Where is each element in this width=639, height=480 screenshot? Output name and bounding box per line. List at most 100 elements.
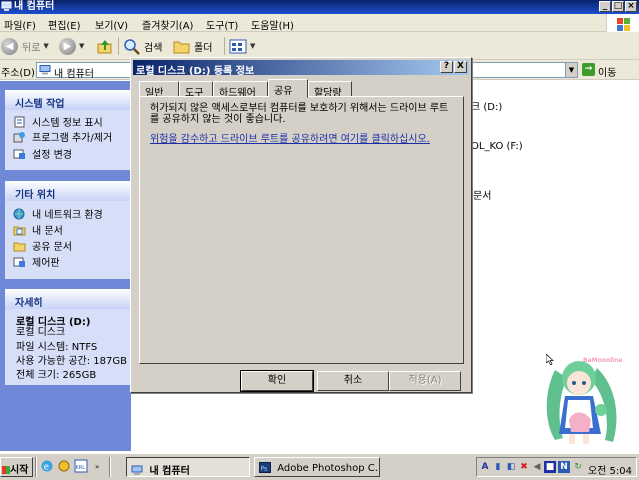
tray-n-icon[interactable]: N <box>558 461 570 473</box>
documents-label[interactable]: 문서 <box>473 187 491 202</box>
my-computer-icon <box>131 465 143 475</box>
drive-properties-dialog: 로컬 디스크 (D:) 등록 정보 ? X 일반 도구 하드웨어 공유 할당량 … <box>130 57 472 393</box>
go-button[interactable]: 이동 <box>598 64 616 79</box>
ime-icon[interactable]: ▮ <box>492 461 504 473</box>
sidebar-item-change-settings[interactable]: 설정 변경 <box>13 146 72 161</box>
control-panel-icon <box>13 257 25 267</box>
start-label: 시작 <box>10 465 29 476</box>
menu-edit[interactable]: 편집(E) <box>48 17 81 32</box>
dialog-titlebar[interactable]: 로컬 디스크 (D:) 등록 정보 ? X <box>133 60 469 77</box>
detail-drive-type: 로컬 디스크 <box>16 327 66 338</box>
windows-logo-icon <box>606 14 639 34</box>
tab-sharing[interactable]: 공유 <box>268 79 308 98</box>
start-button[interactable]: 시작 <box>0 457 33 477</box>
maximize-button[interactable]: □ <box>612 1 624 12</box>
menu-favorites[interactable]: 즐겨찾기(A) <box>142 17 193 32</box>
tray-app-icon[interactable]: ■ <box>544 461 556 473</box>
my-documents-icon <box>13 226 26 235</box>
watermark-text: BaMoonline <box>583 357 623 364</box>
quicklaunch-kms-icon[interactable]: KRL <box>74 459 88 473</box>
detail-total-size: 전체 크기: 265GB <box>16 370 97 381</box>
folders-button[interactable]: 폴더 <box>173 36 212 56</box>
go-arrow-icon[interactable]: → <box>582 63 595 76</box>
tray-sync-icon[interactable]: ↻ <box>572 461 584 473</box>
mouse-cursor-icon <box>546 354 554 365</box>
address-dropdown-icon[interactable]: ▼ <box>565 63 577 77</box>
taskbar-clock[interactable]: 오전 5:04 <box>588 462 632 477</box>
system-tasks-panel: 시스템 정보 표시 프로그램 추가/제거 설정 변경 <box>5 110 132 170</box>
details-title[interactable]: 자세히 <box>5 289 132 309</box>
back-label: 뒤로 <box>22 42 41 54</box>
menu-tools[interactable]: 도구(T) <box>206 17 238 32</box>
sidebar-item-add-remove-programs[interactable]: 프로그램 추가/제거 <box>13 129 112 144</box>
system-tasks-title[interactable]: 시스템 작업 <box>5 90 132 110</box>
sidebar-item-my-documents[interactable]: 내 문서 <box>13 222 63 237</box>
svg-text:e: e <box>44 463 50 473</box>
language-indicator[interactable]: A <box>479 461 491 473</box>
sidebar-item-shared-documents[interactable]: 공유 문서 <box>13 238 72 253</box>
sidebar-item-system-info[interactable]: 시스템 정보 표시 <box>13 114 103 129</box>
forward-dropdown-icon: ▼ <box>79 42 85 50</box>
volume-icon[interactable]: ◀ <box>531 461 543 473</box>
detail-free-space: 사용 가능한 공간: 187GB <box>16 356 128 367</box>
share-root-link[interactable]: 위험을 감수하고 드라이브 루트를 공유하려면 여기를 클릭하십시오. <box>150 130 455 145</box>
tab-hardware[interactable]: 하드웨어 <box>213 81 268 99</box>
apply-button[interactable]: 적용(A) <box>389 371 461 391</box>
sidebar-item-control-panel[interactable]: 제어판 <box>13 254 60 269</box>
folder-icon <box>173 41 190 53</box>
forward-arrow-icon: ▶ <box>59 37 76 55</box>
close-button[interactable]: × <box>625 1 637 12</box>
sidebar-item-label: 제어판 <box>32 258 60 269</box>
my-computer-icon <box>39 65 51 75</box>
tab-tools[interactable]: 도구 <box>179 81 213 99</box>
photoshop-icon: Ps <box>259 462 271 473</box>
other-places-title[interactable]: 기타 위치 <box>5 181 132 201</box>
drive-f-label[interactable]: OL_KO (F:) <box>471 141 523 152</box>
quicklaunch-app-icon[interactable] <box>57 459 71 473</box>
folders-label: 폴더 <box>194 42 213 54</box>
control-panel-icon <box>13 149 25 159</box>
sidebar-item-label: 시스템 정보 표시 <box>32 118 103 129</box>
tab-general[interactable]: 일반 <box>139 81 179 99</box>
back-button[interactable]: ◀ 뒤로 ▼ <box>1 36 49 56</box>
sharing-tab-page: 허가되지 않은 액세스로부터 컴퓨터를 보호하기 위해서는 드라이브 루트를 공… <box>139 96 464 364</box>
search-button[interactable]: 검색 <box>123 36 162 56</box>
mascot-image <box>546 361 617 444</box>
dialog-help-button[interactable]: ? <box>440 61 453 73</box>
quicklaunch-chevron-icon[interactable]: » <box>95 463 99 471</box>
sharing-warning-text: 허가되지 않은 액세스로부터 컴퓨터를 보호하기 위해서는 드라이브 루트를 공… <box>150 103 449 125</box>
cancel-button[interactable]: 취소 <box>317 371 389 391</box>
add-remove-programs-icon <box>13 131 25 142</box>
taskbar-item-my-computer[interactable]: 내 컴퓨터 <box>126 457 250 477</box>
taskbar-item-label: Adobe Photoshop C... <box>277 463 380 474</box>
sidebar-item-network[interactable]: 내 네트워크 환경 <box>13 206 103 221</box>
network-tray-icon[interactable]: ◧ <box>505 461 517 473</box>
ok-button[interactable]: 확인 <box>240 370 314 392</box>
system-tray: A ▮ ◧ ✖ ◀ ■ N ↻ 오전 5:04 <box>476 457 637 477</box>
address-label: 주소(D) <box>1 68 35 79</box>
taskbar-item-photoshop[interactable]: Ps Adobe Photoshop C... <box>254 457 380 477</box>
security-alert-icon[interactable]: ✖ <box>518 461 530 473</box>
my-computer-icon <box>1 1 12 11</box>
forward-button[interactable]: ▶ ▼ <box>59 36 84 56</box>
taskbar: 시작 e KRL » 내 컴퓨터 Ps Adobe Photoshop C...… <box>0 453 639 480</box>
svg-text:Ps: Ps <box>261 466 268 473</box>
standard-toolbar: ◀ 뒤로 ▼ ▶ ▼ 검색 폴더 ▼ <box>0 32 639 60</box>
detail-filesystem: 파일 시스템: NTFS <box>16 342 98 353</box>
menu-file[interactable]: 파일(F) <box>4 17 36 32</box>
up-folder-icon[interactable] <box>97 39 113 55</box>
windows-flag-icon <box>2 466 10 474</box>
dialog-close-button[interactable]: X <box>454 61 467 73</box>
views-button[interactable]: ▼ <box>229 36 255 56</box>
address-value: 내 컴퓨터 <box>54 69 94 80</box>
menu-bar: 파일(F) 편집(E) 보기(V) 즐겨찾기(A) 도구(T) 도움말(H) <box>0 14 639 32</box>
system-info-icon <box>14 116 25 127</box>
svg-text:KRL: KRL <box>76 465 86 471</box>
drive-d-label[interactable]: 크 (D:) <box>471 98 502 113</box>
menu-help[interactable]: 도움말(H) <box>251 17 294 32</box>
tab-quota[interactable]: 할당량 <box>308 81 352 99</box>
menu-view[interactable]: 보기(V) <box>95 17 128 32</box>
window-titlebar[interactable]: 내 컴퓨터 _ □ × <box>0 0 639 14</box>
internet-explorer-icon[interactable]: e <box>40 459 54 473</box>
minimize-button[interactable]: _ <box>599 1 611 12</box>
